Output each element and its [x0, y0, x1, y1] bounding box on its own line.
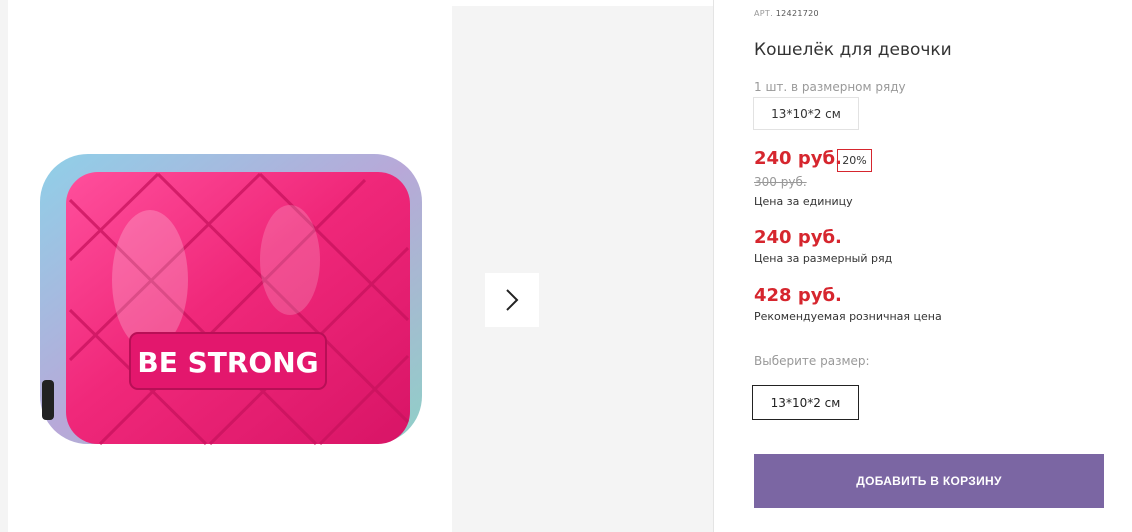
unit-price: 240 руб. [754, 148, 842, 169]
size-prompt: Выберите размер: [754, 354, 870, 368]
article-value: 12421720 [775, 9, 819, 18]
product-image: BE STRONG [40, 154, 422, 446]
size-option-button[interactable]: 13*10*2 см [752, 385, 859, 420]
retail-price: 428 руб. [754, 285, 842, 306]
column-divider [713, 0, 714, 532]
left-gutter [0, 0, 8, 532]
discount-badge: 20% [837, 149, 872, 172]
gallery-panel [452, 6, 713, 532]
retail-price-label: Рекомендуемая розничная цена [754, 310, 942, 323]
unit-price-label: Цена за единицу [754, 195, 853, 208]
add-to-cart-button[interactable]: ДОБАВИТЬ В КОРЗИНУ [754, 454, 1104, 508]
article-label: АРТ. [754, 9, 773, 18]
series-price-label: Цена за размерный ряд [754, 252, 893, 265]
product-title: Кошелёк для девочки [754, 40, 952, 60]
series-note: 1 шт. в размерном ряду [754, 80, 906, 94]
old-price: 300 руб. [754, 175, 807, 189]
chevron-right-icon [506, 289, 519, 311]
wallet-patch-text: BE STRONG [137, 346, 318, 379]
series-size-box: 13*10*2 см [753, 97, 859, 130]
series-price: 240 руб. [754, 227, 842, 248]
gallery-next-button[interactable] [485, 273, 539, 327]
article-number: АРТ. 12421720 [754, 9, 819, 18]
